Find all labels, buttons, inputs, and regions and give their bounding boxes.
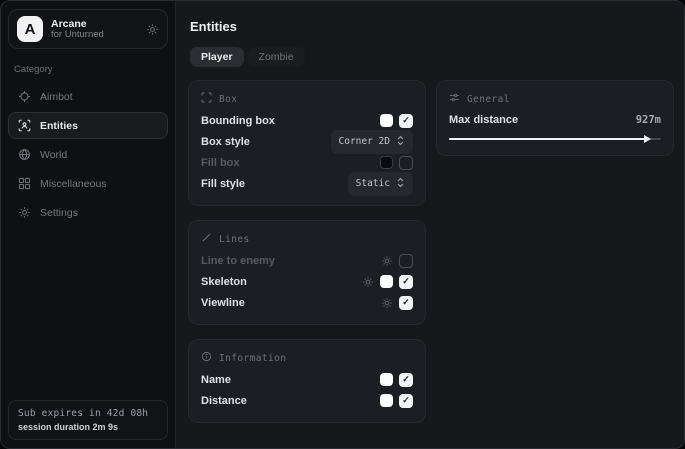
sliders-icon xyxy=(449,92,460,106)
sidebar-item-label: Settings xyxy=(40,207,78,219)
app-logo: A xyxy=(17,16,43,42)
general-section-header: General xyxy=(449,92,661,106)
box-section-title: Box xyxy=(219,94,237,105)
gear-icon[interactable] xyxy=(146,23,159,36)
max-distance-row: Max distance 927m xyxy=(449,110,661,130)
fill-box-checkbox[interactable] xyxy=(399,156,413,170)
name-checkbox[interactable]: ✓ xyxy=(399,373,413,387)
skeleton-label: Skeleton xyxy=(201,276,247,288)
category-label: Category xyxy=(14,64,162,75)
bounding-box-row: Bounding box ✓ xyxy=(201,110,413,131)
max-distance-value: 927m xyxy=(636,114,661,126)
bounding-box-label: Bounding box xyxy=(201,115,275,127)
box-card: Box Bounding box ✓ Box style Corner 2D xyxy=(188,80,426,206)
information-section-header: Information xyxy=(201,351,413,365)
grid-icon xyxy=(18,177,31,190)
line-to-enemy-label: Line to enemy xyxy=(201,255,275,267)
lines-section-header: Lines xyxy=(201,232,413,246)
tab-player[interactable]: Player xyxy=(190,47,244,67)
app-name: Arcane xyxy=(51,18,138,30)
lines-section-title: Lines xyxy=(219,234,250,245)
sidebar-item-miscellaneous[interactable]: Miscellaneous xyxy=(8,170,168,197)
fill-box-color-swatch[interactable] xyxy=(380,156,393,169)
main-content: Entities Player Zombie Box xyxy=(176,1,685,448)
line-to-enemy-row: Line to enemy xyxy=(201,250,413,271)
sidebar-item-world[interactable]: World xyxy=(8,141,168,168)
distance-color-swatch[interactable] xyxy=(380,394,393,407)
crosshair-icon xyxy=(18,90,31,103)
sub-expires-text: Sub expires in 42d 08h xyxy=(18,408,158,419)
viewline-label: Viewline xyxy=(201,297,245,309)
max-distance-label: Max distance xyxy=(449,114,518,126)
chevron-up-down-icon xyxy=(396,175,405,193)
fill-box-label: Fill box xyxy=(201,157,240,169)
brand-card: A Arcane for Unturned xyxy=(8,9,168,49)
box-style-dropdown[interactable]: Corner 2D xyxy=(331,130,413,154)
gear-icon xyxy=(18,206,31,219)
box-style-row: Box style Corner 2D xyxy=(201,131,413,152)
viewline-checkbox[interactable]: ✓ xyxy=(399,296,413,310)
name-color-swatch[interactable] xyxy=(380,373,393,386)
distance-row: Distance ✓ xyxy=(201,390,413,411)
distance-label: Distance xyxy=(201,395,247,407)
bounding-box-color-swatch[interactable] xyxy=(380,114,393,127)
box-section-header: Box xyxy=(201,92,413,106)
slider-fill xyxy=(449,138,646,140)
box-style-label: Box style xyxy=(201,136,250,148)
brand-text: Arcane for Unturned xyxy=(51,18,138,41)
info-icon xyxy=(201,351,212,365)
gear-icon[interactable] xyxy=(381,255,393,267)
name-row: Name ✓ xyxy=(201,369,413,390)
diagonal-line-icon xyxy=(201,232,212,246)
skeleton-checkbox[interactable]: ✓ xyxy=(399,275,413,289)
viewline-row: Viewline ✓ xyxy=(201,292,413,313)
line-to-enemy-checkbox[interactable] xyxy=(399,254,413,268)
session-duration-text: session duration 2m 9s xyxy=(18,422,158,432)
skeleton-color-swatch[interactable] xyxy=(380,275,393,288)
distance-checkbox[interactable]: ✓ xyxy=(399,394,413,408)
lines-card: Lines Line to enemy xyxy=(188,220,426,325)
globe-icon xyxy=(18,148,31,161)
tab-zombie[interactable]: Zombie xyxy=(248,47,305,67)
gear-icon[interactable] xyxy=(362,276,374,288)
skeleton-row: Skeleton ✓ xyxy=(201,271,413,292)
general-section-title: General xyxy=(467,94,510,105)
corner-brackets-icon xyxy=(201,92,212,106)
arcane-menu-window: A Arcane for Unturned Category Aimbot xyxy=(0,0,685,449)
page-title: Entities xyxy=(190,19,674,34)
box-style-value: Corner 2D xyxy=(339,136,390,147)
entities-scan-icon xyxy=(18,119,31,132)
gear-icon[interactable] xyxy=(381,297,393,309)
sidebar: A Arcane for Unturned Category Aimbot xyxy=(1,1,176,448)
subscription-info-card: Sub expires in 42d 08h session duration … xyxy=(8,400,168,440)
sidebar-item-settings[interactable]: Settings xyxy=(8,199,168,226)
sidebar-item-label: Entities xyxy=(40,120,78,132)
sidebar-item-label: Aimbot xyxy=(40,91,73,103)
app-subtitle: for Unturned xyxy=(51,30,138,41)
information-section-title: Information xyxy=(219,353,286,364)
max-distance-slider[interactable] xyxy=(449,134,661,144)
bounding-box-checkbox[interactable]: ✓ xyxy=(399,114,413,128)
entity-tabs: Player Zombie xyxy=(190,47,674,67)
fill-style-value: Static xyxy=(356,178,390,189)
sidebar-item-label: Miscellaneous xyxy=(40,178,107,190)
fill-box-row: Fill box xyxy=(201,152,413,173)
fill-style-dropdown[interactable]: Static xyxy=(348,172,413,196)
general-card: General Max distance 927m xyxy=(436,80,674,156)
name-label: Name xyxy=(201,374,231,386)
fill-style-row: Fill style Static xyxy=(201,173,413,194)
slider-thumb[interactable] xyxy=(644,135,651,143)
chevron-up-down-icon xyxy=(396,133,405,151)
fill-style-label: Fill style xyxy=(201,178,245,190)
sidebar-item-entities[interactable]: Entities xyxy=(8,112,168,139)
information-card: Information Name ✓ Distance ✓ xyxy=(188,339,426,423)
sidebar-item-aimbot[interactable]: Aimbot xyxy=(8,83,168,110)
sidebar-item-label: World xyxy=(40,149,67,161)
